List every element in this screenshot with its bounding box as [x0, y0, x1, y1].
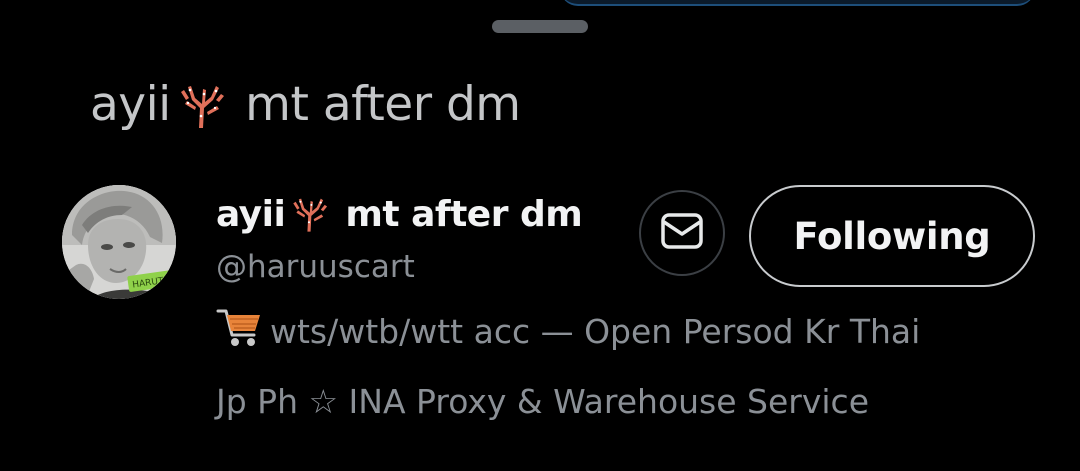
profile-name[interactable]: ayii mt after dm	[216, 190, 583, 246]
profile-sheet: ayii mt after dm HARUTO ayii mt after dm…	[0, 0, 1080, 471]
message-button[interactable]	[639, 190, 725, 276]
bio-line-2: Jp Ph ☆ INA Proxy & Warehouse Service	[216, 382, 869, 421]
bio-line-1-text: wts/wtb/wtt acc — Open Persod Kr Thai	[270, 312, 921, 351]
coral-icon	[173, 78, 229, 148]
sheet-title-prefix: ayii	[90, 77, 171, 132]
top-panel-edge	[560, 0, 1035, 6]
shopping-cart-icon	[216, 306, 262, 370]
envelope-icon	[661, 213, 703, 253]
sheet-drag-handle[interactable]	[492, 20, 588, 33]
bio-line-1: wts/wtb/wtt acc — Open Persod Kr Thai	[216, 300, 1056, 370]
profile-bio: wts/wtb/wtt acc — Open Persod Kr Thai Jp…	[216, 300, 1056, 434]
profile-name-suffix: mt after dm	[333, 194, 583, 235]
profile-handle[interactable]: @haruuscart	[216, 244, 415, 290]
profile-name-prefix: ayii	[216, 194, 286, 235]
sheet-title: ayii mt after dm	[90, 70, 521, 148]
sheet-title-suffix: mt after dm	[230, 77, 521, 132]
following-button[interactable]: Following	[749, 185, 1035, 287]
avatar[interactable]: HARUTO	[62, 185, 176, 299]
coral-icon	[287, 192, 331, 246]
